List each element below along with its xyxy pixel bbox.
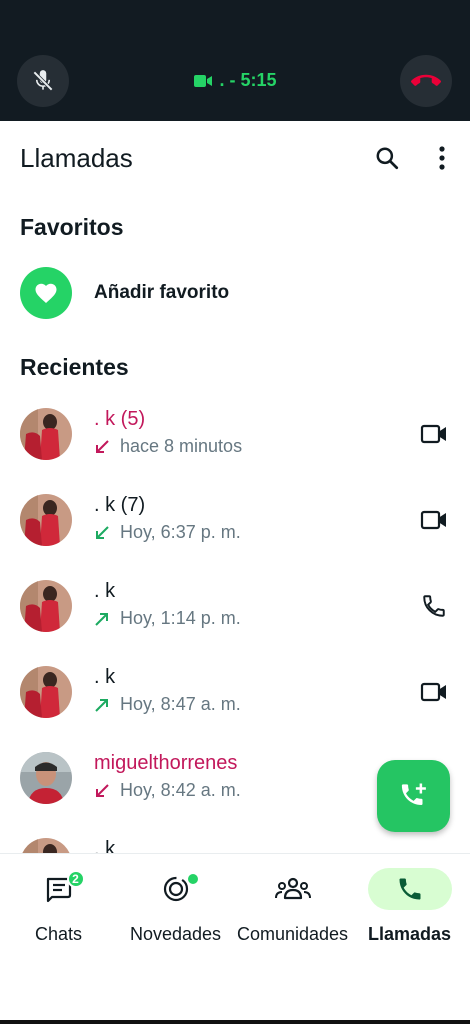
call-details: Hoy, 1:14 p. m. bbox=[94, 608, 241, 629]
add-favorite-label: Añadir favorito bbox=[94, 282, 230, 303]
caller-name: . k (7) bbox=[94, 494, 146, 516]
nav-chats[interactable]: 2 Chats bbox=[0, 868, 117, 945]
voice-call-button[interactable] bbox=[418, 590, 450, 622]
calls-icon bbox=[399, 878, 420, 900]
nav-updates-icon-wrap bbox=[134, 868, 218, 910]
nav-label: Comunidades bbox=[236, 924, 349, 944]
nav-calls[interactable]: Llamadas bbox=[351, 868, 468, 945]
call-time: Hoy, 8:47 a. m. bbox=[120, 694, 241, 714]
call-time: hace 8 minutos bbox=[120, 436, 243, 456]
avatar[interactable] bbox=[20, 666, 72, 718]
call-end-icon bbox=[411, 74, 441, 86]
avatar[interactable] bbox=[20, 408, 72, 460]
ongoing-call-banner[interactable]: . - 5:15 bbox=[0, 0, 470, 121]
incoming-arrow-icon bbox=[96, 525, 109, 539]
call-log-row[interactable]: . k Hoy, 1:14 p. m. bbox=[0, 572, 470, 658]
video-call-button[interactable] bbox=[418, 418, 450, 450]
call-details: Hoy, 8:42 a. m. bbox=[94, 780, 241, 801]
favorites-heading: Favoritos bbox=[20, 214, 124, 240]
add-call-icon bbox=[401, 783, 426, 805]
call-log-row[interactable]: . k Hoy, 8:47 a. m. bbox=[0, 658, 470, 744]
heart-icon bbox=[35, 283, 57, 303]
avatar[interactable] bbox=[20, 752, 72, 804]
outgoing-arrow-icon bbox=[95, 612, 108, 626]
call-details: Hoy, 8:47 a. m. bbox=[94, 694, 241, 715]
outgoing-arrow-icon bbox=[95, 698, 108, 712]
call-time: Hoy, 8:42 a. m. bbox=[120, 780, 241, 800]
caller-name: . k bbox=[94, 838, 116, 853]
nav-label: Chats bbox=[34, 924, 83, 944]
call-log-row[interactable]: . k bbox=[0, 830, 470, 853]
call-time: Hoy, 6:37 p. m. bbox=[120, 522, 241, 542]
updates-dot bbox=[185, 872, 200, 886]
avatar[interactable] bbox=[20, 838, 72, 853]
unread-badge: 2 bbox=[66, 870, 85, 888]
bottom-navigation: 2 Chats Novedades Comunidades Llamadas bbox=[0, 853, 470, 1023]
more-vertical-icon bbox=[439, 146, 445, 170]
caller-name: . k bbox=[94, 580, 116, 602]
recents-heading: Recientes bbox=[20, 354, 129, 380]
video-call-button[interactable] bbox=[418, 504, 450, 536]
hangup-button[interactable] bbox=[400, 55, 452, 107]
caller-name: miguelthorrenes bbox=[94, 752, 238, 774]
add-favorite-circle bbox=[20, 267, 72, 319]
call-time: Hoy, 1:14 p. m. bbox=[120, 608, 241, 628]
video-camera-icon bbox=[194, 74, 213, 87]
avatar[interactable] bbox=[20, 580, 72, 632]
nav-label: Novedades bbox=[129, 924, 222, 944]
screen-bottom-edge bbox=[0, 1020, 470, 1024]
video-camera-icon bbox=[420, 682, 446, 702]
caller-name: . k (5) bbox=[94, 408, 146, 430]
nav-communities[interactable]: Comunidades bbox=[234, 868, 351, 945]
call-details: Hoy, 6:37 p. m. bbox=[94, 522, 241, 543]
video-camera-icon bbox=[420, 510, 446, 530]
video-camera-icon bbox=[420, 424, 446, 444]
call-status-text: . - 5:15 bbox=[219, 70, 277, 90]
page-title: Llamadas bbox=[20, 143, 133, 173]
missed-incoming-arrow-icon bbox=[96, 439, 109, 453]
nav-chats-icon-wrap: 2 bbox=[17, 868, 101, 910]
video-call-button[interactable] bbox=[418, 676, 450, 708]
call-details: hace 8 minutos bbox=[94, 436, 242, 457]
add-favorite-button[interactable]: Añadir favorito bbox=[20, 266, 460, 320]
search-icon bbox=[376, 147, 399, 170]
missed-incoming-arrow-icon bbox=[96, 783, 109, 797]
nav-calls-active-pill bbox=[367, 868, 452, 910]
app-header: Llamadas bbox=[0, 121, 470, 197]
search-button[interactable] bbox=[372, 143, 402, 173]
communities-icon bbox=[274, 877, 311, 900]
more-options-button[interactable] bbox=[428, 143, 456, 173]
nav-label: Llamadas bbox=[367, 924, 452, 944]
nav-communities-icon-wrap bbox=[251, 868, 335, 910]
phone-icon bbox=[423, 595, 445, 617]
new-call-button[interactable] bbox=[377, 760, 450, 832]
caller-name: . k bbox=[94, 666, 116, 688]
nav-updates[interactable]: Novedades bbox=[117, 868, 234, 945]
avatar[interactable] bbox=[20, 494, 72, 546]
call-log-row[interactable]: . k (5) hace 8 minutos bbox=[0, 400, 470, 486]
call-log-row[interactable]: . k (7) Hoy, 6:37 p. m. bbox=[0, 486, 470, 572]
